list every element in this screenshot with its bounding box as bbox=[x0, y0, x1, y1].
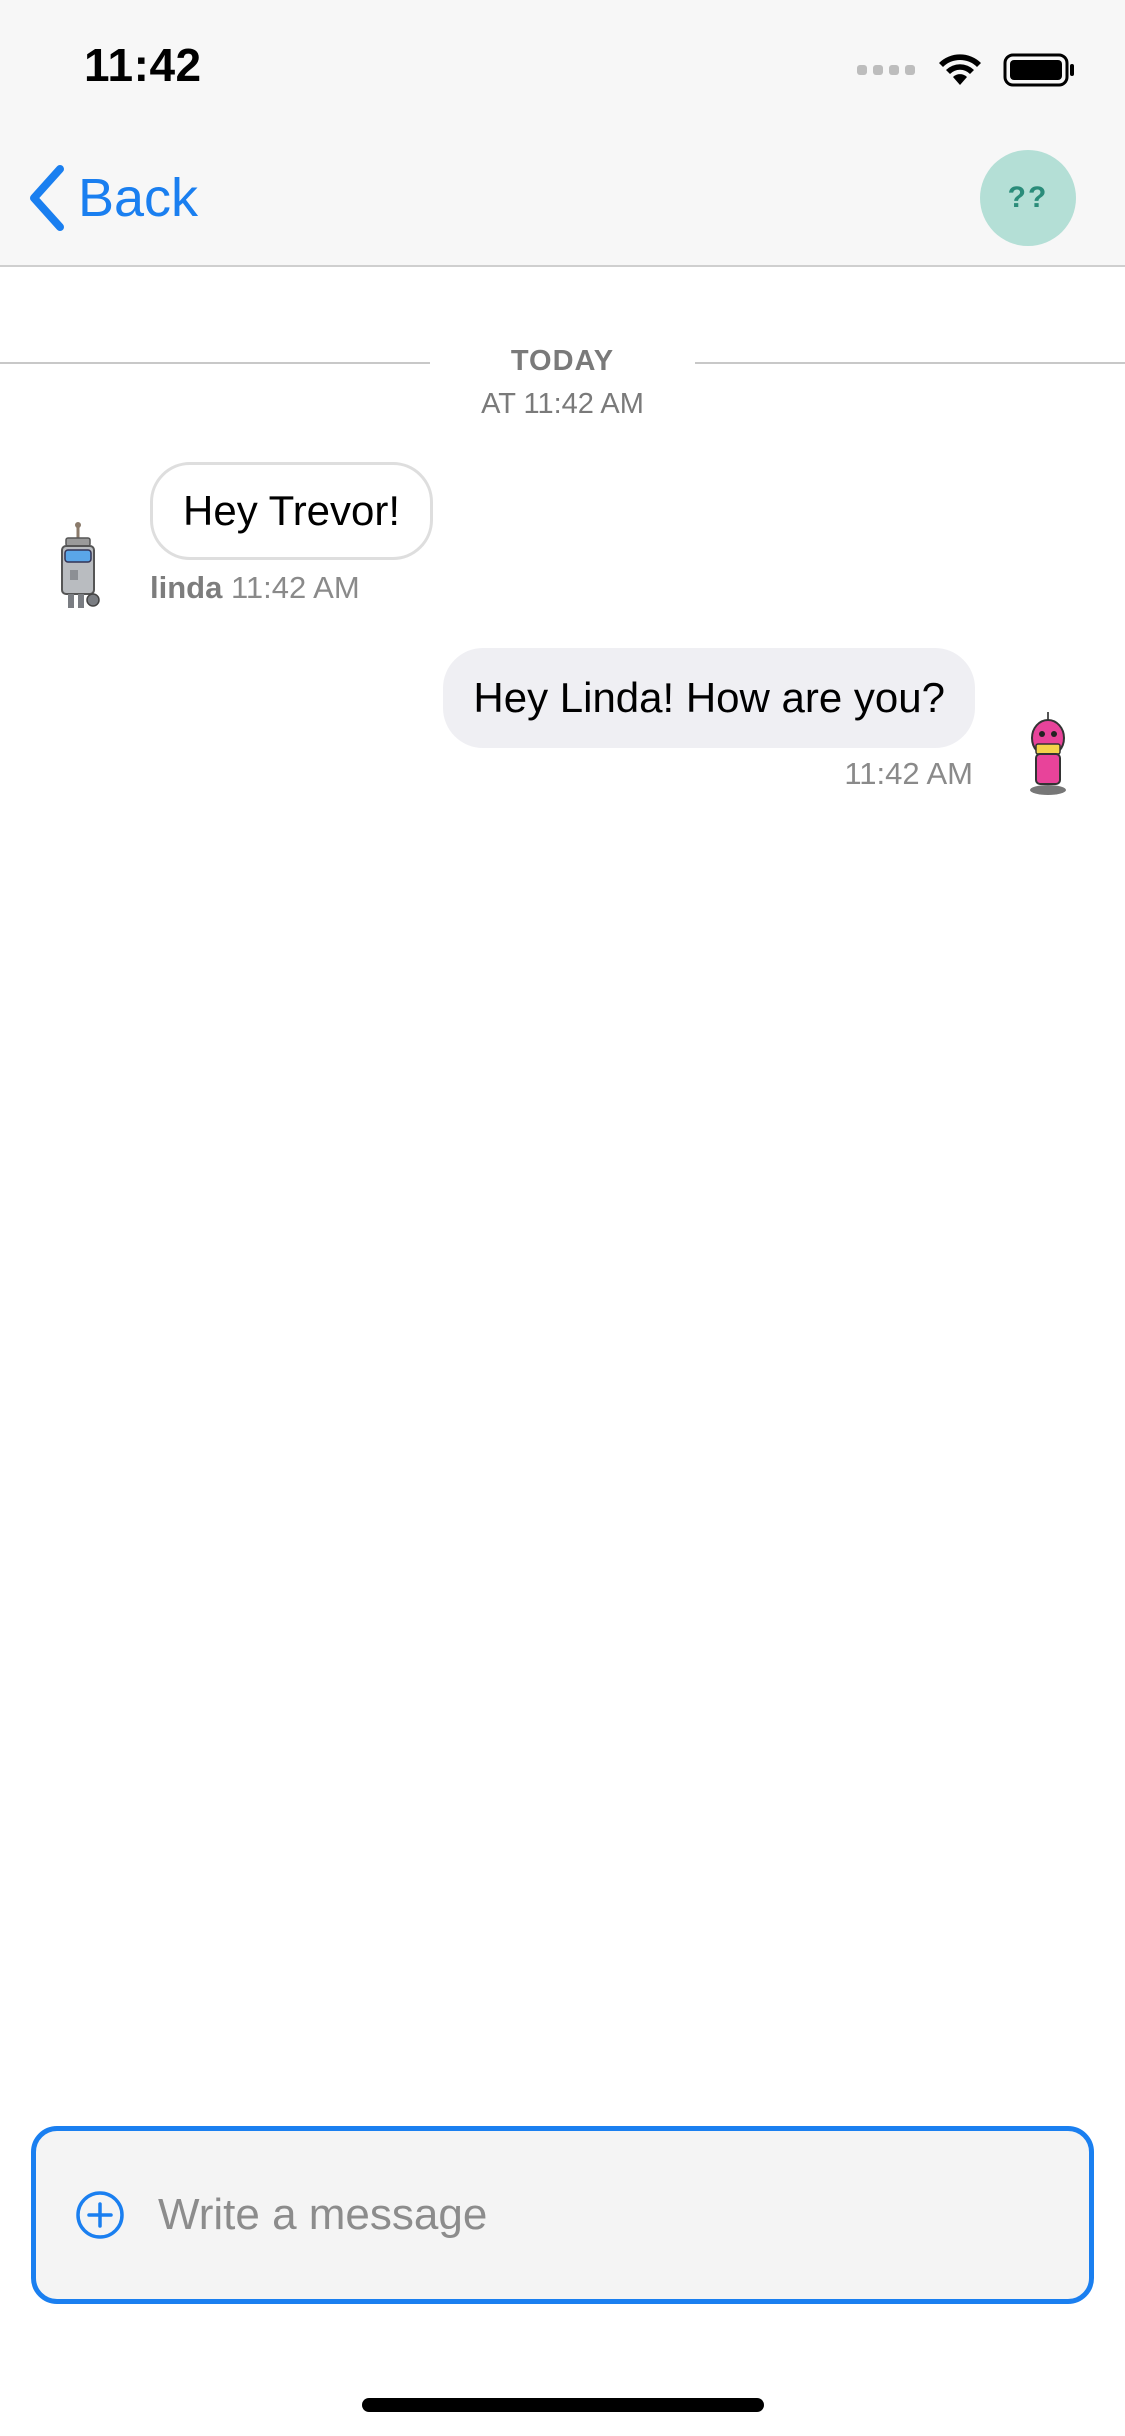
back-label: Back bbox=[78, 168, 199, 228]
sender-name: linda bbox=[150, 570, 223, 605]
incoming-message-bubble[interactable]: Hey Trevor! bbox=[150, 462, 434, 560]
chat-screen: 11:42 Back ?? TODAY AT 11:42 AM Hey Trev… bbox=[0, 0, 1125, 2436]
status-time: 11:42 bbox=[84, 39, 202, 91]
back-button[interactable]: Back bbox=[26, 160, 198, 236]
home-indicator[interactable] bbox=[362, 2398, 764, 2412]
pink-robot-avatar-icon bbox=[1030, 712, 1066, 795]
contact-avatar[interactable]: ?? bbox=[980, 150, 1076, 246]
navigation-header: 11:42 Back ?? bbox=[0, 0, 1125, 267]
outgoing-message-meta: 11:42 AM bbox=[844, 756, 973, 792]
battery-icon bbox=[1003, 53, 1074, 87]
robot-avatar-icon bbox=[61, 522, 100, 608]
message-time: 11:42 AM bbox=[230, 570, 360, 605]
incoming-message-meta: linda 11:42 AM bbox=[150, 570, 360, 606]
outgoing-message-bubble[interactable]: Hey Linda! How are you? bbox=[443, 648, 975, 748]
chevron-left-icon bbox=[30, 165, 64, 231]
date-day-label: TODAY bbox=[510, 345, 615, 377]
status-indicators bbox=[857, 50, 1077, 90]
avatar-initials: ?? bbox=[1007, 181, 1049, 214]
message-time: 11:42 AM bbox=[844, 756, 973, 791]
wifi-icon bbox=[939, 54, 981, 85]
message-composer bbox=[31, 2126, 1094, 2304]
date-time-label: AT 11:42 AM bbox=[481, 388, 644, 420]
date-divider: TODAY AT 11:42 AM bbox=[0, 340, 1125, 430]
plus-circle-icon[interactable] bbox=[74, 2189, 126, 2241]
message-input[interactable] bbox=[158, 2175, 1008, 2255]
cellular-signal-icon bbox=[857, 65, 915, 75]
